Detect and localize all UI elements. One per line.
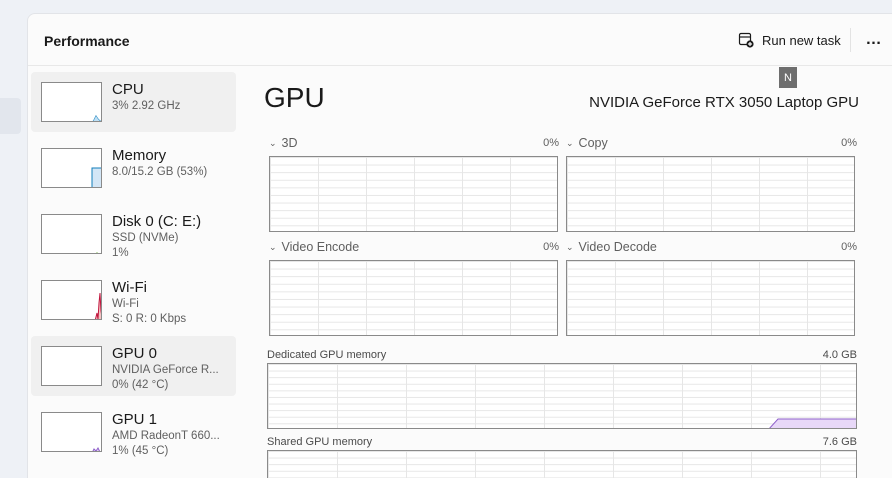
header-divider (850, 28, 851, 52)
engine-label: Video Encode (281, 240, 360, 254)
sidebar-item-name: CPU (112, 81, 144, 98)
engine-graph-copy (566, 156, 855, 232)
nav-rail (0, 0, 28, 478)
dedicated-memory-label: Dedicated GPU memory (267, 349, 387, 361)
dedicated-memory-value: 4.0 GB (822, 349, 857, 361)
chevron-down-icon: ⌄ (269, 241, 277, 252)
gpu-model-name: NVIDIA GeForce RTX 3050 Laptop GPU (589, 94, 859, 111)
sidebar-item-cpu[interactable]: CPU 3% 2.92 GHz (31, 72, 236, 132)
page-header: Performance Run new task … (28, 14, 892, 66)
chevron-down-icon: ⌄ (566, 241, 574, 252)
run-new-task-button[interactable]: Run new task (738, 29, 841, 51)
sidebar-item-detail: 3% 2.92 GHz (112, 100, 181, 112)
run-task-icon (738, 32, 754, 48)
sidebar-item-name: Memory (112, 147, 167, 164)
sidebar-item-name: GPU 0 (112, 345, 158, 362)
nav-rail-selected-item[interactable] (0, 98, 21, 134)
memory-thumbnail-graph (41, 148, 102, 188)
sidebar-item-gpu-0[interactable]: GPU 0 NVIDIA GeForce R... 0% (42 °C) (31, 336, 236, 396)
more-options-button[interactable]: … (862, 28, 886, 52)
gpu-0-thumbnail-graph (41, 346, 102, 386)
engine-label: 3D (281, 136, 298, 150)
sidebar-item-name: Disk 0 (C: E:) (112, 213, 202, 230)
sidebar-item-wifi[interactable]: Wi-Fi Wi-Fi S: 0 R: 0 Kbps (31, 270, 236, 330)
cpu-thumbnail-graph (41, 82, 102, 122)
page-title: Performance (44, 33, 130, 49)
sidebar-item-name: GPU 1 (112, 411, 158, 428)
wifi-thumbnail-graph (41, 280, 102, 320)
sidebar-item-detail: Wi-Fi (112, 298, 139, 310)
engine-percent: 0% (543, 241, 559, 253)
engine-graph-video-encode (269, 260, 558, 336)
run-new-task-label: Run new task (762, 32, 841, 48)
engine-label: Video Decode (578, 240, 657, 254)
engine-graph-video-decode (566, 260, 855, 336)
shortcut-key-badge: N (779, 67, 797, 88)
sidebar-item-disk-0[interactable]: Disk 0 (C: E:) SSD (NVMe) 1% (31, 204, 236, 264)
sidebar-item-memory[interactable]: Memory 8.0/15.2 GB (53%) (31, 138, 236, 198)
sidebar-item-detail: AMD RadeonT 660... (112, 430, 220, 442)
task-manager-window: Performance Run new task … N CPU 3% 2.92… (27, 13, 892, 478)
shared-memory-graph (267, 450, 857, 478)
resource-sidebar: CPU 3% 2.92 GHz Memory 8.0/15.2 GB (53%)… (31, 72, 236, 468)
sidebar-item-gpu-1[interactable]: GPU 1 AMD RadeonT 660... 1% (45 °C) (31, 402, 236, 462)
dedicated-memory-graph (267, 363, 857, 429)
sidebar-item-detail-2: 0% (42 °C) (112, 379, 169, 391)
engine-percent: 0% (841, 241, 857, 253)
sidebar-item-detail-2: 1% (45 °C) (112, 445, 169, 457)
engine-selector-video-decode[interactable]: ⌄ Video Decode (566, 240, 657, 254)
sidebar-item-detail: SSD (NVMe) (112, 232, 179, 244)
gpu-title: GPU (264, 82, 325, 113)
engine-label: Copy (578, 136, 608, 150)
engine-percent: 0% (543, 137, 559, 149)
sidebar-item-detail: 8.0/15.2 GB (53%) (112, 166, 208, 178)
sidebar-item-detail: NVIDIA GeForce R... (112, 364, 219, 376)
gpu-1-thumbnail-graph (41, 412, 102, 452)
sidebar-item-detail-2: 1% (112, 247, 129, 259)
engine-percent: 0% (841, 137, 857, 149)
chevron-down-icon: ⌄ (566, 137, 574, 148)
shared-memory-label: Shared GPU memory (267, 436, 373, 448)
shared-memory-value: 7.6 GB (822, 436, 857, 448)
chevron-down-icon: ⌄ (269, 137, 277, 148)
sidebar-item-name: Wi-Fi (112, 279, 147, 296)
engine-selector-video-encode[interactable]: ⌄ Video Encode (269, 240, 359, 254)
engine-selector-copy[interactable]: ⌄ Copy (566, 136, 608, 150)
disk-thumbnail-graph (41, 214, 102, 254)
sidebar-item-detail-2: S: 0 R: 0 Kbps (112, 313, 187, 325)
engine-selector-3d[interactable]: ⌄ 3D (269, 136, 298, 150)
engine-graph-3d (269, 156, 558, 232)
